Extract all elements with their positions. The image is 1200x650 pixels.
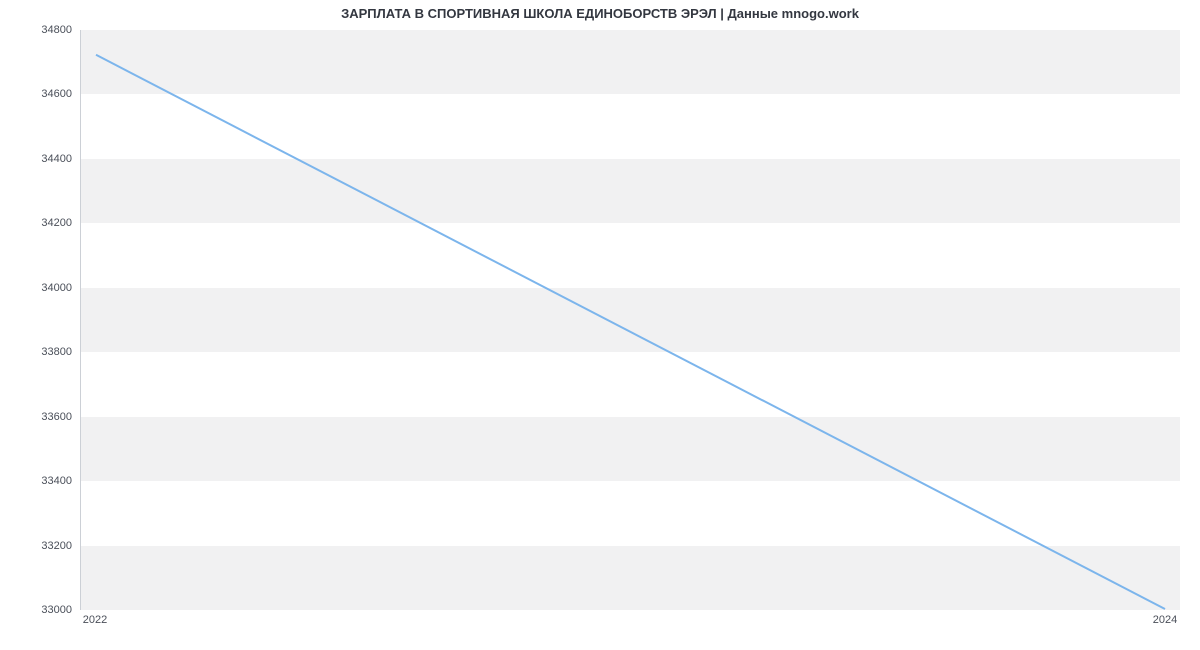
plot-area bbox=[80, 30, 1180, 610]
series-line bbox=[96, 55, 1165, 609]
y-tick-label: 34000 bbox=[12, 282, 72, 294]
y-tick-label: 34800 bbox=[12, 24, 72, 36]
chart-title: ЗАРПЛАТА В СПОРТИВНАЯ ШКОЛА ЕДИНОБОРСТВ … bbox=[0, 6, 1200, 21]
salary-line-chart: ЗАРПЛАТА В СПОРТИВНАЯ ШКОЛА ЕДИНОБОРСТВ … bbox=[0, 0, 1200, 650]
x-tick-label: 2022 bbox=[83, 614, 107, 626]
y-tick-label: 33600 bbox=[12, 411, 72, 423]
y-tick-label: 33400 bbox=[12, 475, 72, 487]
x-tick-label: 2024 bbox=[1153, 614, 1177, 626]
y-tick-label: 34600 bbox=[12, 88, 72, 100]
y-tick-label: 34200 bbox=[12, 217, 72, 229]
y-tick-label: 33000 bbox=[12, 604, 72, 616]
y-tick-label: 34400 bbox=[12, 153, 72, 165]
line-layer bbox=[81, 30, 1180, 609]
y-tick-label: 33800 bbox=[12, 346, 72, 358]
y-tick-label: 33200 bbox=[12, 540, 72, 552]
